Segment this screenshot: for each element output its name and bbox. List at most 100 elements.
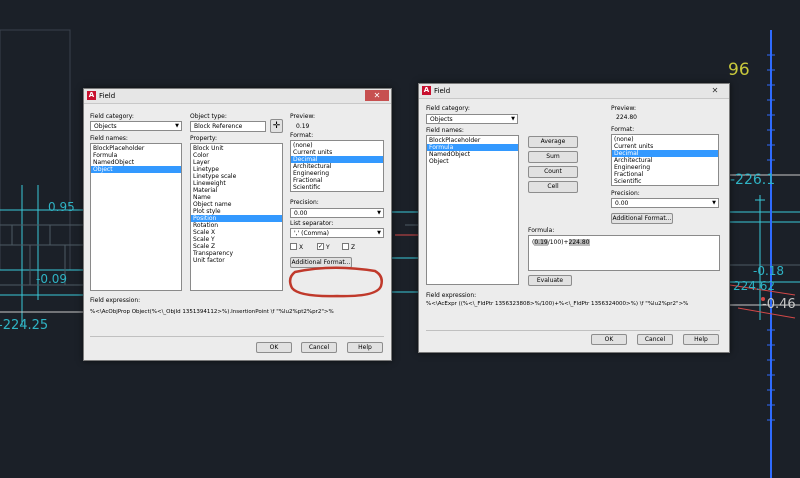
select-object-button[interactable]: ✛ [270,119,283,133]
additional-format-button[interactable]: Additional Format... [611,213,673,224]
close-button[interactable]: ✕ [365,90,389,101]
list-item[interactable]: Lineweight [191,180,282,187]
count-button[interactable]: Count [528,166,578,178]
precision-select[interactable]: 0.00 ▼ [611,198,719,208]
list-item[interactable]: NamedObject [91,159,181,166]
list-item-selected[interactable]: Position [191,215,282,222]
evaluate-button[interactable]: Evaluate [528,275,572,286]
divider [426,330,720,331]
cancel-button[interactable]: Cancel [301,342,337,353]
list-item-selected[interactable]: Formula [427,144,518,151]
list-item[interactable]: Linetype scale [191,173,282,180]
bg-dimension-text: 224.62 [733,279,775,293]
list-item[interactable]: Name [191,194,282,201]
property-list[interactable]: Block Unit Color Layer Linetype Linetype… [190,143,283,291]
red-circle-annotation [288,266,383,298]
field-category-select[interactable]: Objects ▼ [90,121,182,131]
list-item[interactable]: NamedObject [427,151,518,158]
format-list[interactable]: (none) Current units Decimal Architectur… [611,134,719,186]
list-item[interactable]: Current units [612,143,718,150]
bg-dimension-text: 0.95 [48,200,75,214]
list-separator-select[interactable]: ',' (Comma) ▼ [290,228,384,238]
format-list[interactable]: (none) Current units Decimal Architectur… [290,140,384,192]
list-item[interactable]: Block Unit [191,145,282,152]
help-button[interactable]: Help [347,342,383,353]
list-item-selected[interactable]: Decimal [291,156,383,163]
chevron-down-icon: ▼ [377,210,381,216]
precision-select[interactable]: 0.00 ▼ [290,208,384,218]
dialog-title: Field [99,92,116,100]
bg-dimension-text: -0.09 [36,272,68,286]
precision-label: Precision: [611,190,640,197]
list-item[interactable]: Object [427,158,518,165]
list-item[interactable]: Scientific [612,178,718,185]
list-item[interactable]: Unit factor [191,257,282,264]
list-item[interactable]: Formula [91,152,181,159]
list-item[interactable]: BlockPlaceholder [427,137,518,144]
list-item[interactable]: Scale Y [191,236,282,243]
bg-dimension-text: -224.25 [0,318,49,333]
dialog-titlebar[interactable]: A Field ✕ [419,84,729,99]
bg-dimension-text: -0.46 [762,297,796,312]
x-checkbox[interactable] [290,243,297,250]
list-item[interactable]: Architectural [612,157,718,164]
formula-field-value[interactable]: 0.19 [534,239,548,246]
field-category-select[interactable]: Objects ▼ [426,114,518,124]
list-item[interactable]: Object name [191,201,282,208]
precision-value: 0.00 [294,210,308,217]
y-checkbox-label: Y [326,244,330,251]
cell-button[interactable]: Cell [528,181,578,193]
ok-button[interactable]: OK [256,342,292,353]
chevron-down-icon: ▼ [175,123,179,129]
formula-label: Formula: [528,227,555,234]
list-item-selected[interactable]: Object [91,166,181,173]
list-item-selected[interactable]: Decimal [612,150,718,157]
formula-operator-text: /100)+ [547,239,569,246]
field-category-value: Objects [94,123,117,130]
list-item[interactable]: Fractional [291,177,383,184]
field-expression-label: Field expression: [426,292,477,299]
list-item[interactable]: Rotation [191,222,282,229]
list-item[interactable]: Linetype [191,166,282,173]
list-item[interactable]: (none) [612,136,718,143]
chevron-down-icon: ▼ [712,200,716,206]
list-item[interactable]: Color [191,152,282,159]
list-item[interactable]: Fractional [612,171,718,178]
field-names-list[interactable]: BlockPlaceholder Formula NamedObject Obj… [426,135,519,285]
list-item[interactable]: BlockPlaceholder [91,145,181,152]
format-label: Format: [611,126,635,133]
object-type-value: Block Reference [194,123,243,130]
formula-text: (0.19/100)+224.80 [532,239,590,246]
y-checkbox[interactable]: ✓ [317,243,324,250]
field-dialog-left: A Field ✕ Field category: Objects ▼ Fiel… [83,88,392,361]
list-item[interactable]: Layer [191,159,282,166]
autocad-logo-icon: A [87,91,96,100]
field-category-label: Field category: [426,105,470,112]
object-type-field[interactable]: Block Reference [190,121,266,132]
list-item[interactable]: Engineering [612,164,718,171]
list-item[interactable]: Plot style [191,208,282,215]
cancel-button[interactable]: Cancel [637,334,673,345]
list-item[interactable]: Architectural [291,163,383,170]
dialog-titlebar[interactable]: A Field ✕ [84,89,391,104]
formula-field-value[interactable]: 224.80 [568,239,590,246]
chevron-down-icon: ▼ [377,230,381,236]
list-item[interactable]: Scientific [291,184,383,191]
list-item[interactable]: Scale X [191,229,282,236]
z-checkbox-label: Z [351,244,356,251]
formula-editor[interactable]: (0.19/100)+224.80 [528,235,720,271]
field-names-list[interactable]: BlockPlaceholder Formula NamedObject Obj… [90,143,182,291]
field-expression-text: %<\AcExpr ((%<\_FldPtr 1356323808>%/100)… [426,301,689,307]
list-item[interactable]: Engineering [291,170,383,177]
z-checkbox[interactable] [342,243,349,250]
list-item[interactable]: Scale Z [191,243,282,250]
ok-button[interactable]: OK [591,334,627,345]
list-item[interactable]: Current units [291,149,383,156]
help-button[interactable]: Help [683,334,719,345]
list-item[interactable]: Transparency [191,250,282,257]
sum-button[interactable]: Sum [528,151,578,163]
list-item[interactable]: (none) [291,142,383,149]
close-button[interactable]: ✕ [703,85,727,96]
list-item[interactable]: Material [191,187,282,194]
average-button[interactable]: Average [528,136,578,148]
